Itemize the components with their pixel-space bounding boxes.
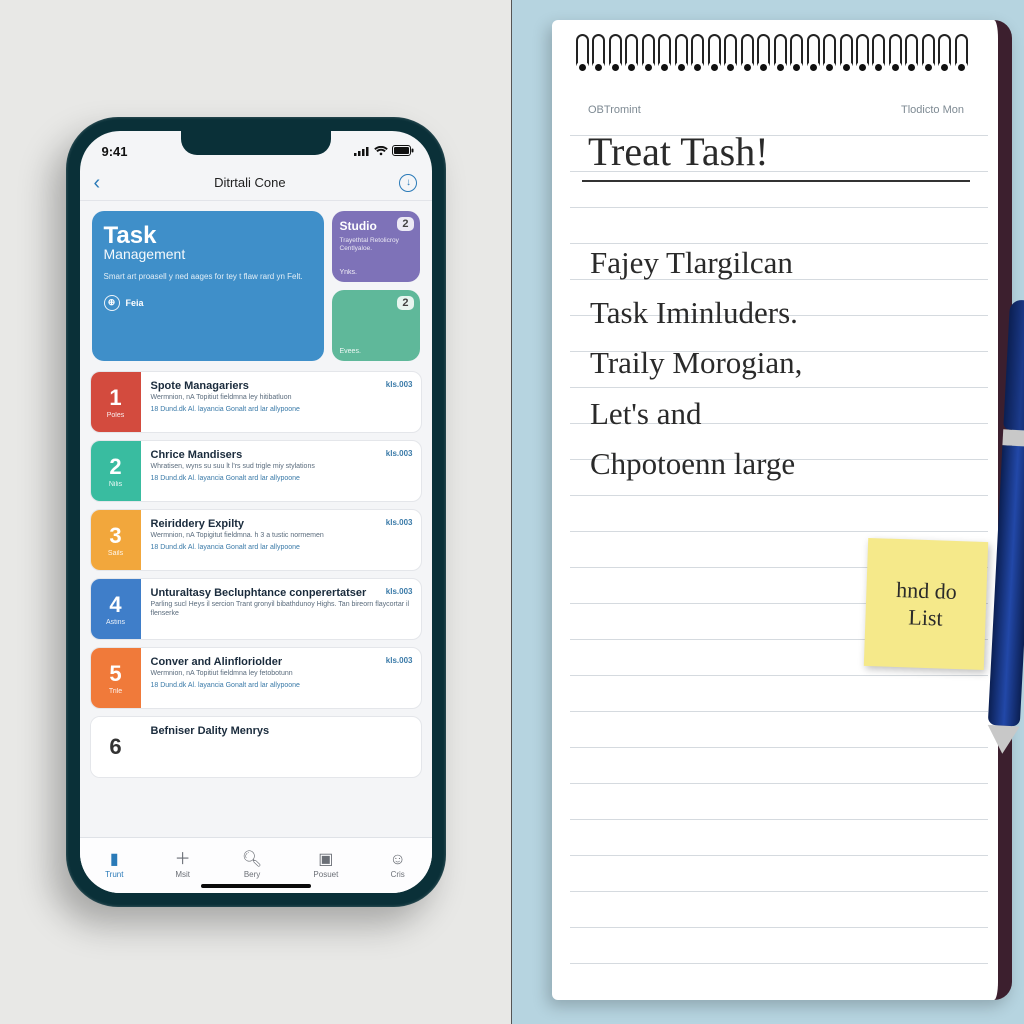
home-indicator[interactable] <box>201 884 311 888</box>
task-list: 1Poles kls.003Spote ManagariersWermnion,… <box>80 371 432 778</box>
tab-home[interactable]: ▮ Trunt <box>105 852 123 879</box>
list-number-badge: 5Trile <box>91 648 141 708</box>
notebook-body-text: Fajey Tlargilcan Task Iminluders. Traily… <box>590 238 802 489</box>
notebook-header-left: OBTromint <box>588 104 641 116</box>
notebook-title: Treat Tash! <box>588 128 769 175</box>
row-title: Unturaltasy Becluphtance conperertatser <box>151 587 413 599</box>
row-tag: kls.003 <box>386 518 413 527</box>
row-meta: 18 Dund.dk Al. layancia Gonalt ard lar a… <box>151 682 413 689</box>
row-meta: 18 Dund.dk Al. layancia Gonalt ard lar a… <box>151 544 413 551</box>
search-icon: 🔍︎ <box>242 852 262 868</box>
tab-label: Posuet <box>313 870 338 879</box>
tab-label: Cris <box>391 870 405 879</box>
hero-chip-icon: ⊕ <box>104 295 120 311</box>
home-icon: ▮ <box>110 852 119 868</box>
plus-icon: ＋ <box>175 852 191 868</box>
hero-subtitle: Management <box>104 246 312 262</box>
hero-description: Smart art proasell y ned aages for tey t… <box>104 272 312 282</box>
tab-browse[interactable]: ▣ Posuet <box>313 852 338 879</box>
tab-label: Trunt <box>105 870 123 879</box>
list-number-badge: 2Nilis <box>91 441 141 501</box>
list-item[interactable]: 6 Befniser Dality Menrys <box>90 716 422 778</box>
side-card-secondary[interactable]: 2 Evees. <box>332 290 420 361</box>
list-item[interactable]: 2Nilis kls.003Chrice Mandisers Whratisen,… <box>90 440 422 502</box>
row-title: Chrice Mandisers <box>151 449 413 461</box>
left-panel: 9:41 ‹ Ditrtali Cone ↓ <box>0 0 512 1024</box>
row-title: Reiriddery Expilty <box>151 518 413 530</box>
notebook-header-right: Tlodicto Mon <box>901 104 964 116</box>
tab-profile[interactable]: ☺ Cris <box>390 852 406 879</box>
row-desc: Whratisen, wyns su suu lt l'rs sud trigl… <box>151 463 413 472</box>
battery-icon <box>392 144 414 159</box>
status-icons <box>354 144 414 159</box>
list-number-badge: 4Astins <box>91 579 141 639</box>
list-number-badge: 3Sails <box>91 510 141 570</box>
notebook-spiral <box>576 34 968 80</box>
wifi-icon <box>374 144 388 159</box>
row-title: Spote Managariers <box>151 380 413 392</box>
list-number-badge: 6 <box>91 717 141 777</box>
list-item[interactable]: 1Poles kls.003Spote Managariers Wermnion,… <box>90 371 422 433</box>
list-item[interactable]: 3Sails kls.003Reiriddery Expilty Wermnion… <box>90 509 422 571</box>
row-meta: 18 Dund.dk Al. layancia Gonalt ard lar a… <box>151 475 413 482</box>
row-desc: Parling sucl Heys il sercion Trant grony… <box>151 601 413 619</box>
hero-card-task-management[interactable]: Task Management Smart art proasell y ned… <box>92 211 324 361</box>
row-tag: kls.003 <box>386 449 413 458</box>
grid-icon: ▣ <box>318 852 333 868</box>
row-tag: kls.003 <box>386 587 413 596</box>
row-desc: Wermnion, nA Topitiut fieldmna ley hitib… <box>151 394 413 403</box>
tab-label: Msit <box>175 870 190 879</box>
list-item[interactable]: 4Astins kls.003Unturaltasy Becluphtance … <box>90 578 422 640</box>
row-tag: kls.003 <box>386 380 413 389</box>
right-panel: OBTromint Tlodicto Mon Treat Tash! Fajey… <box>512 0 1024 1024</box>
row-meta: 18 Dund.dk Al. layancia Gonalt ard lar a… <box>151 406 413 413</box>
list-item[interactable]: 5Trile kls.003Conver and Alinfloriolder W… <box>90 647 422 709</box>
tab-add[interactable]: ＋ Msit <box>175 852 191 879</box>
tab-search[interactable]: 🔍︎ Bery <box>242 852 262 879</box>
phone-screen: 9:41 ‹ Ditrtali Cone ↓ <box>80 131 432 893</box>
side-foot: Evees. <box>340 348 361 355</box>
row-title: Conver and Alinfloriolder <box>151 656 413 668</box>
nav-title: Ditrtali Cone <box>214 175 286 190</box>
side-foot: Ynks. <box>340 269 358 276</box>
back-button[interactable]: ‹ <box>94 173 101 193</box>
hero-title: Task <box>104 223 312 248</box>
side-card-studio[interactable]: 2 Studio Trayethtal Retolicroy Centlyalo… <box>332 211 420 282</box>
phone-notch <box>181 131 331 155</box>
notebook-header: OBTromint Tlodicto Mon <box>588 104 964 116</box>
tab-label: Bery <box>244 870 260 879</box>
side-badge: 2 <box>397 217 413 231</box>
list-number-badge: 1Poles <box>91 372 141 432</box>
notebook: OBTromint Tlodicto Mon Treat Tash! Fajey… <box>552 20 1012 1000</box>
nav-bar: ‹ Ditrtali Cone ↓ <box>80 165 432 201</box>
hero-chip-label: Feia <box>126 298 144 308</box>
row-desc: Wermnion, nA Topigitut fieldmna. h 3 a t… <box>151 532 413 541</box>
info-button[interactable]: ↓ <box>399 174 417 192</box>
phone-frame: 9:41 ‹ Ditrtali Cone ↓ <box>66 117 446 907</box>
row-desc: Wermnion, nA Topitiut fieldmna ley fetob… <box>151 670 413 679</box>
hero-chip[interactable]: ⊕ Feia <box>104 295 144 311</box>
status-time: 9:41 <box>102 144 128 159</box>
hero-side-column: 2 Studio Trayethtal Retolicroy Centlyalo… <box>332 211 420 361</box>
side-desc: Trayethtal Retolicroy Centlyaloe. <box>340 237 412 253</box>
signal-icon <box>354 144 370 159</box>
side-badge: 2 <box>397 296 413 310</box>
notebook-title-underline <box>582 180 970 182</box>
row-title: Befniser Dality Menrys <box>151 725 413 737</box>
hero-row: Task Management Smart art proasell y ned… <box>80 201 432 371</box>
sticky-note[interactable]: hnd do List <box>864 538 988 670</box>
row-tag: kls.003 <box>386 656 413 665</box>
person-icon: ☺ <box>390 852 406 868</box>
